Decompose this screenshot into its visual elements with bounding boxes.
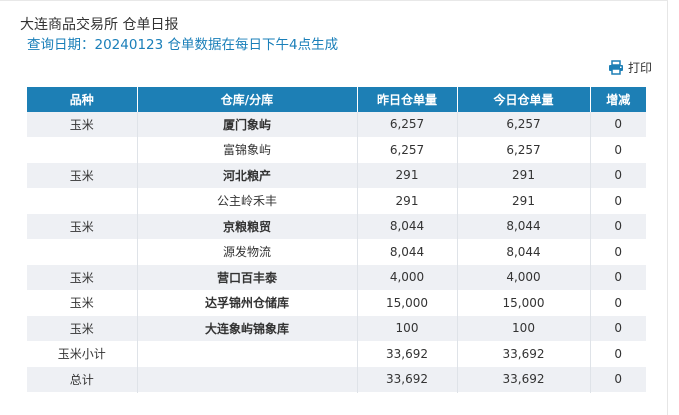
cell-warehouse — [137, 366, 358, 392]
cell-today-volume: 6,257 — [457, 112, 591, 137]
cell-yesterday-volume: 100 — [357, 315, 458, 341]
column-header-warehouse: 仓库/分库 — [137, 87, 358, 112]
cell-change: 0 — [590, 112, 646, 137]
cell-change: 0 — [590, 264, 646, 290]
cell-variety: 玉米 — [27, 112, 138, 137]
cell-yesterday-volume: 33,692 — [357, 366, 458, 392]
cell-warehouse: 公主岭禾丰 — [137, 188, 358, 214]
cell-change: 0 — [590, 162, 646, 188]
cell-today-volume: 33,692 — [457, 341, 591, 367]
table-row: 玉米小计 33,692 33,692 0 — [27, 341, 646, 367]
page-title: 大连商品交易所 仓单日报 — [20, 17, 179, 33]
cell-yesterday-volume: 6,257 — [357, 137, 458, 163]
table-row: 玉米 大连象屿锦象库 100 100 0 — [27, 315, 646, 341]
cell-warehouse: 河北粮产 — [137, 162, 358, 188]
table-row: 玉米 河北粮产 291 291 0 — [27, 162, 646, 188]
cell-variety: 玉米 — [27, 315, 138, 341]
cell-variety — [27, 239, 138, 265]
cell-variety: 总计 — [27, 366, 138, 392]
cell-variety: 玉米 — [27, 264, 138, 290]
cell-variety: 玉米 — [27, 162, 138, 188]
cell-variety: 玉米 — [27, 290, 138, 316]
cell-variety: 玉米 — [27, 213, 138, 239]
cell-change: 0 — [590, 137, 646, 163]
column-header-change: 增减 — [590, 87, 646, 112]
cell-yesterday-volume: 8,044 — [357, 213, 458, 239]
table-row: 玉米 京粮粮贸 8,044 8,044 0 — [27, 213, 646, 239]
cell-change: 0 — [590, 315, 646, 341]
table-row: 富锦象屿 6,257 6,257 0 — [27, 137, 646, 163]
printer-icon — [608, 59, 624, 75]
cell-warehouse: 达孚锦州仓储库 — [137, 290, 358, 316]
cell-change: 0 — [590, 239, 646, 265]
table-row: 总计 33,692 33,692 0 — [27, 366, 646, 392]
cell-today-volume: 4,000 — [457, 264, 591, 290]
cell-change: 0 — [590, 188, 646, 214]
query-date-text: 查询日期：20240123 仓单数据在每日下午4点生成 — [27, 37, 339, 53]
cell-yesterday-volume: 291 — [357, 162, 458, 188]
cell-today-volume: 291 — [457, 162, 591, 188]
cell-yesterday-volume: 15,000 — [357, 290, 458, 316]
cell-warehouse: 厦门象屿 — [137, 112, 358, 137]
cell-variety — [27, 188, 138, 214]
cell-yesterday-volume: 4,000 — [357, 264, 458, 290]
column-header-today: 今日仓单量 — [457, 87, 591, 112]
divider — [0, 0, 668, 1]
cell-today-volume: 8,044 — [457, 239, 591, 265]
print-label: 打印 — [628, 60, 653, 75]
cell-today-volume: 100 — [457, 315, 591, 341]
cell-change: 0 — [590, 290, 646, 316]
cell-today-volume: 33,692 — [457, 366, 591, 392]
cell-yesterday-volume: 8,044 — [357, 239, 458, 265]
cell-warehouse: 富锦象屿 — [137, 137, 358, 163]
table-header-row: 品种 仓库/分库 昨日仓单量 今日仓单量 增减 — [27, 87, 646, 112]
cell-yesterday-volume: 291 — [357, 188, 458, 214]
cell-today-volume: 15,000 — [457, 290, 591, 316]
cell-warehouse: 京粮粮贸 — [137, 213, 358, 239]
cell-change: 0 — [590, 366, 646, 392]
column-header-variety: 品种 — [27, 87, 138, 112]
table-row: 玉米 达孚锦州仓储库 15,000 15,000 0 — [27, 290, 646, 316]
table-row: 玉米 厦门象屿 6,257 6,257 0 — [27, 112, 646, 137]
cell-warehouse: 大连象屿锦象库 — [137, 315, 358, 341]
cell-yesterday-volume: 6,257 — [357, 112, 458, 137]
cell-change: 0 — [590, 341, 646, 367]
print-button[interactable]: 打印 — [608, 58, 652, 76]
column-header-yesterday: 昨日仓单量 — [357, 87, 458, 112]
cell-variety: 玉米小计 — [27, 341, 138, 367]
cell-variety — [27, 137, 138, 163]
cell-today-volume: 6,257 — [457, 137, 591, 163]
cell-today-volume: 291 — [457, 188, 591, 214]
table-row: 公主岭禾丰 291 291 0 — [27, 188, 646, 214]
cell-today-volume: 8,044 — [457, 213, 591, 239]
cell-change: 0 — [590, 213, 646, 239]
cell-yesterday-volume: 33,692 — [357, 341, 458, 367]
warehouse-receipt-table: 品种 仓库/分库 昨日仓单量 今日仓单量 增减 玉米 厦门象屿 6,257 6,257… — [27, 87, 646, 393]
cell-warehouse: 营口百丰泰 — [137, 264, 358, 290]
table-row: 源发物流 8,044 8,044 0 — [27, 239, 646, 265]
table-row: 玉米 营口百丰泰 4,000 4,000 0 — [27, 264, 646, 290]
cell-warehouse: 源发物流 — [137, 239, 358, 265]
cell-warehouse — [137, 341, 358, 367]
